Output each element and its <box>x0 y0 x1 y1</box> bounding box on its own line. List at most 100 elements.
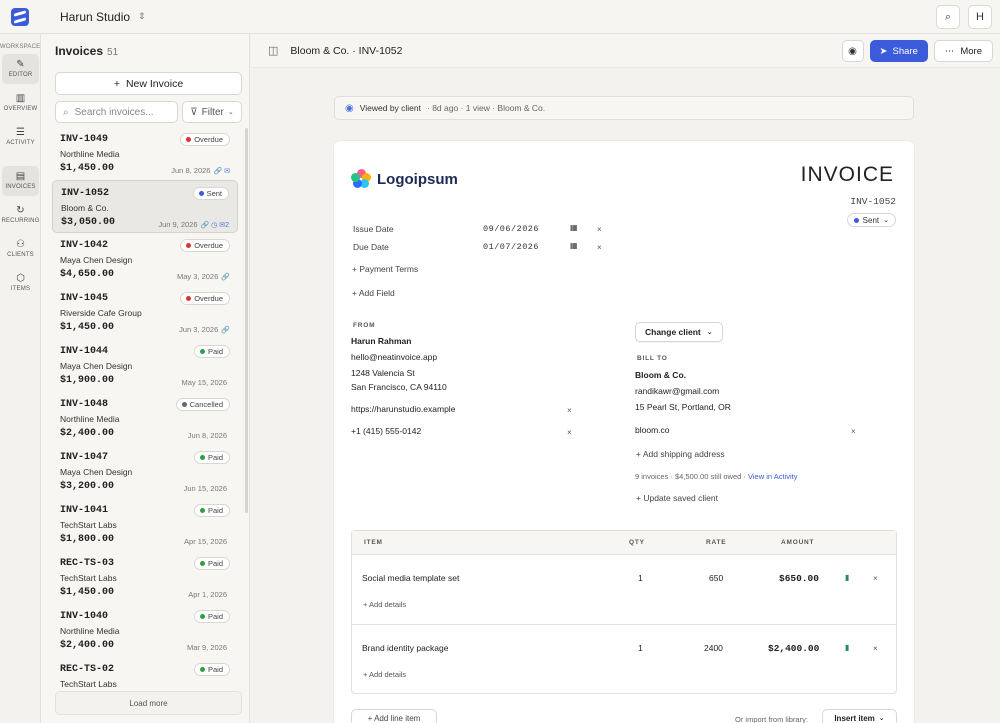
bookmark-icon[interactable]: ▮ <box>845 643 849 652</box>
invoice-list-item[interactable]: INV-1048 Cancelled Northline Media $2,400.0… <box>52 392 238 445</box>
table-header: ITEM QTY RATE AMOUNT <box>352 531 896 555</box>
rail-item-overview[interactable]: ▥ OVERVIEW <box>2 88 39 118</box>
item-qty[interactable]: 1 <box>638 643 643 653</box>
issue-date-input[interactable]: 09/06/2026 <box>483 224 539 234</box>
filter-button[interactable]: ⊽ Filter ⌄ <box>182 101 242 123</box>
row-amount: $1,450.00 <box>60 322 115 333</box>
clear-due-date-icon[interactable]: × <box>597 243 602 252</box>
bill-to-address[interactable]: 15 Pearl St, Portland, OR <box>635 402 731 412</box>
bill-to-website[interactable]: bloom.co <box>635 425 670 435</box>
rail-item-clients[interactable]: ⚇ CLIENTS <box>2 234 39 264</box>
new-invoice-button[interactable]: + New Invoice <box>55 72 242 95</box>
invoice-list-item[interactable]: REC-TS-03 Paid TechStart Labs $1,450.00 Apr … <box>52 551 238 604</box>
invoice-list-item[interactable]: INV-1042 Overdue Maya Chen Design $4,650.00… <box>52 233 238 286</box>
rail-item-editor[interactable]: ✎ EDITOR <box>2 54 39 84</box>
status-select[interactable]: Sent ⌄ <box>846 213 896 227</box>
app-logo[interactable] <box>0 0 40 34</box>
nav-rail: WORKSPACE ✎ EDITOR ▥ OVERVIEW ☰ ACTIVITY… <box>0 34 41 723</box>
item-name[interactable]: Brand identity package <box>362 643 448 653</box>
rail-item-activity[interactable]: ☰ ACTIVITY <box>2 122 39 152</box>
remove-item-icon[interactable]: × <box>873 574 878 583</box>
remove-website-icon[interactable]: × <box>567 406 572 415</box>
status-text: Paid <box>207 453 223 462</box>
invoice-list-item[interactable]: INV-1049 Overdue Northline Media $1,450.00 J… <box>52 127 238 180</box>
row-amount: $1,800.00 <box>60 534 115 545</box>
status-text: Sent <box>206 189 222 198</box>
list-icon: ☰ <box>16 127 25 138</box>
status-badge: Paid <box>193 504 230 517</box>
share-button[interactable]: ➤ Share <box>869 40 928 62</box>
status-text: Paid <box>207 506 223 515</box>
row-client: TechStart Labs <box>60 520 117 530</box>
remove-bill-website-icon[interactable]: × <box>851 427 856 436</box>
item-rate[interactable]: 2400 <box>704 643 723 653</box>
preview-button[interactable]: ◉ <box>841 40 864 62</box>
rail-item-recurring[interactable]: ↻ RECURRING <box>1 200 40 230</box>
calendar-icon[interactable]: ▦ <box>570 241 578 250</box>
rail-item-invoices[interactable]: ▤ INVOICES <box>2 166 39 196</box>
row-date-text: May 15, 2026 <box>181 378 227 387</box>
rail-label-overview: OVERVIEW <box>3 106 38 112</box>
col-qty: QTY <box>629 539 645 546</box>
add-field-link[interactable]: + Add Field <box>352 288 395 298</box>
due-date-label: Due Date <box>353 242 389 252</box>
client-summary: 9 invoices · $4,500.00 still owed · View… <box>635 472 798 481</box>
update-saved-client-link[interactable]: + Update saved client <box>636 493 718 503</box>
col-amount: AMOUNT <box>781 539 815 546</box>
clear-issue-date-icon[interactable]: × <box>597 225 602 234</box>
pencil-icon: ✎ <box>16 59 25 70</box>
invoice-list-item[interactable]: INV-1040 Paid Northline Media $2,400.00 Mar … <box>52 604 238 657</box>
invoice-list-item[interactable]: INV-1041 Paid TechStart Labs $1,800.00 Apr 1… <box>52 498 238 551</box>
list-scrollbar[interactable] <box>245 128 248 513</box>
workspace-switcher[interactable]: Harun Studio ⇕ <box>60 10 146 24</box>
add-details-link[interactable]: + Add details <box>363 670 406 679</box>
bill-to-name[interactable]: Bloom & Co. <box>635 370 686 380</box>
invoice-list-item[interactable]: INV-1045 Overdue Riverside Cafe Group $1,45… <box>52 286 238 339</box>
calendar-icon[interactable]: ▦ <box>570 223 578 232</box>
invoice-list-item[interactable]: INV-1047 Paid Maya Chen Design $3,200.00 Jun… <box>52 445 238 498</box>
item-name[interactable]: Social media template set <box>362 573 459 583</box>
invoice-search-input[interactable]: ⌕ Search invoices... <box>55 101 178 123</box>
user-avatar[interactable]: H <box>968 5 992 29</box>
view-in-activity-link[interactable]: View in Activity <box>748 472 797 481</box>
invoice-list-item[interactable]: INV-1044 Paid Maya Chen Design $1,900.00 May… <box>52 339 238 392</box>
insert-item-button[interactable]: Insert item ⌄ <box>822 709 897 723</box>
line-items-table: ITEM QTY RATE AMOUNT Social media templa… <box>351 530 897 694</box>
send-icon: ➤ <box>879 45 888 57</box>
load-more-button[interactable]: Load more <box>55 691 242 715</box>
bookmark-icon[interactable]: ▮ <box>845 573 849 582</box>
company-logo[interactable]: Logoipsum <box>351 169 458 189</box>
more-button[interactable]: ⋯ More <box>933 40 993 62</box>
from-phone[interactable]: +1 (415) 555-0142 <box>351 426 421 436</box>
due-date-input[interactable]: 01/07/2026 <box>483 242 539 252</box>
row-invoice-id: INV-1048 <box>60 399 109 410</box>
rail-item-items[interactable]: ⬡ ITEMS <box>2 268 39 298</box>
rail-label-recurring: RECURRING <box>1 218 40 224</box>
global-search-button[interactable]: ⌕ <box>936 5 960 29</box>
add-payment-terms-link[interactable]: + Payment Terms <box>352 264 418 274</box>
sidebar-toggle-icon[interactable]: ◫ <box>268 44 278 57</box>
row-invoice-id: INV-1042 <box>60 240 109 251</box>
from-email[interactable]: hello@neatinvoice.app <box>351 352 437 362</box>
remove-item-icon[interactable]: × <box>873 644 878 653</box>
bill-to-email[interactable]: randikawr@gmail.com <box>635 386 719 396</box>
from-address-line2[interactable]: San Francisco, CA 94110 <box>351 382 447 392</box>
from-website[interactable]: https://harunstudio.example <box>351 404 455 414</box>
row-date: Jun 8, 2026 🔗 ✉ <box>171 166 230 175</box>
item-qty[interactable]: 1 <box>638 573 643 583</box>
add-line-item-button[interactable]: + Add line item <box>351 709 437 723</box>
change-client-button[interactable]: Change client ⌄ <box>635 322 723 342</box>
row-invoice-id: INV-1041 <box>60 505 109 516</box>
status-dot <box>199 508 205 513</box>
from-name[interactable]: Harun Rahman <box>351 336 411 346</box>
add-shipping-address-link[interactable]: + Add shipping address <box>636 449 725 459</box>
item-rate[interactable]: 650 <box>709 573 723 583</box>
invoice-list-item[interactable]: INV-1052 Sent Bloom & Co. $3,050.00 Jun 9, 2… <box>52 180 238 233</box>
from-address-line1[interactable]: 1248 Valencia St <box>351 368 415 378</box>
add-details-link[interactable]: + Add details <box>363 600 406 609</box>
row-invoice-id: INV-1052 <box>61 188 110 199</box>
row-date: May 15, 2026 <box>182 378 230 387</box>
remove-phone-icon[interactable]: × <box>567 428 572 437</box>
status-badge: Paid <box>193 663 230 676</box>
invoice-number[interactable]: INV-1052 <box>850 196 896 207</box>
